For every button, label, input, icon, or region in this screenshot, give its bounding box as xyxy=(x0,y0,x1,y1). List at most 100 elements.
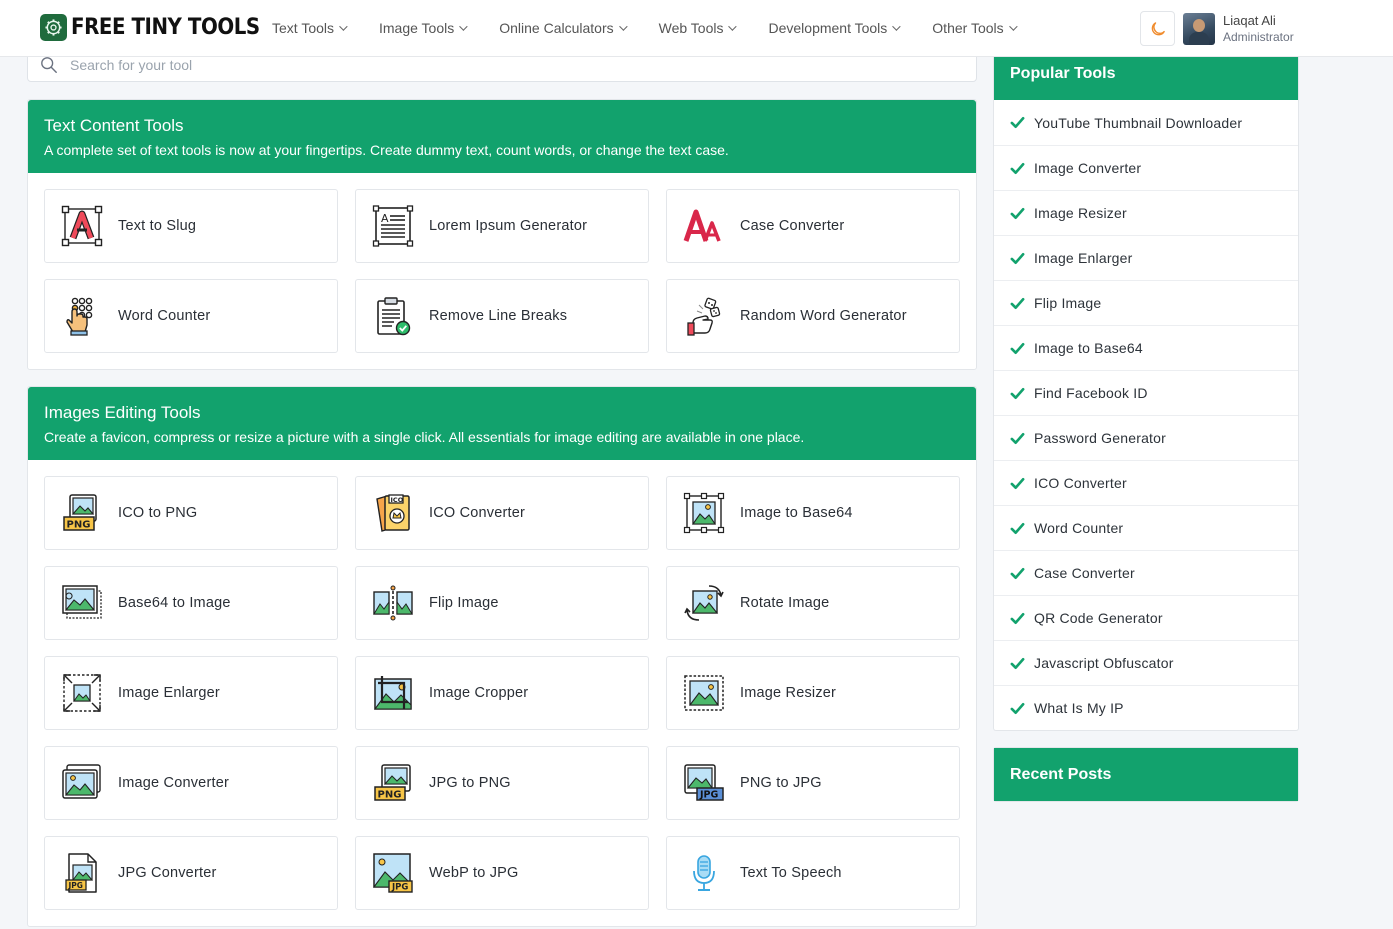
tool-label: Lorem Ipsum Generator xyxy=(429,218,588,234)
section-header: Images Editing Tools Create a favicon, c… xyxy=(28,387,976,460)
popular-tool-item[interactable]: Javascript Obfuscator xyxy=(994,640,1298,685)
chevron-down-icon xyxy=(618,22,628,31)
tool-card-image-converter[interactable]: Image Converter xyxy=(44,746,338,820)
nav-web-tools[interactable]: Web Tools xyxy=(659,20,738,36)
popular-tools-list: YouTube Thumbnail Downloader Image Conver… xyxy=(994,100,1298,730)
tool-card-image-resizer[interactable]: Image Resizer xyxy=(666,656,960,730)
nav-image-tools[interactable]: Image Tools xyxy=(379,20,468,36)
check-icon xyxy=(1010,115,1026,131)
tool-card-jpg-to-png[interactable]: PNG JPG to PNG xyxy=(355,746,649,820)
tool-label: Base64 to Image xyxy=(118,595,231,611)
popular-tool-item[interactable]: Flip Image xyxy=(994,280,1298,325)
enlarge-image-icon xyxy=(61,672,103,714)
tool-card-random-word-generator[interactable]: Random Word Generator xyxy=(666,279,960,353)
popular-tool-label: Case Converter xyxy=(1034,565,1135,581)
chevron-down-icon xyxy=(1008,22,1018,31)
check-icon xyxy=(1010,655,1026,671)
popular-tool-item[interactable]: ICO Converter xyxy=(994,460,1298,505)
nav-development-tools[interactable]: Development Tools xyxy=(768,20,901,36)
top-navbar: FREE TINY TOOLS Text Tools Image Tools O… xyxy=(0,0,1393,57)
popular-tool-item[interactable]: Image Resizer xyxy=(994,190,1298,235)
tool-card-webp-to-jpg[interactable]: JPG WebP to JPG xyxy=(355,836,649,910)
badge-text: PNG xyxy=(378,790,402,801)
tool-card-word-counter[interactable]: Word Counter xyxy=(44,279,338,353)
check-icon xyxy=(1010,475,1026,491)
microphone-icon xyxy=(683,852,725,894)
tool-card-case-converter[interactable]: Case Converter xyxy=(666,189,960,263)
tool-label: Text to Slug xyxy=(118,218,197,234)
webp-to-jpg-icon: JPG xyxy=(372,852,414,894)
chevron-down-icon xyxy=(459,22,468,31)
popular-tool-item[interactable]: QR Code Generator xyxy=(994,595,1298,640)
tool-label: Word Counter xyxy=(118,308,211,324)
popular-tool-label: Image to Base64 xyxy=(1034,340,1143,356)
tool-card-image-to-base64[interactable]: Image to Base64 xyxy=(666,476,960,550)
tool-card-ico-to-png[interactable]: PNG ICO to PNG xyxy=(44,476,338,550)
chevron-down-icon xyxy=(728,22,738,31)
popular-tool-label: ICO Converter xyxy=(1034,475,1127,491)
popular-tool-item[interactable]: Case Converter xyxy=(994,550,1298,595)
popular-tool-label: Flip Image xyxy=(1034,295,1102,311)
theme-toggle-button[interactable] xyxy=(1140,11,1175,46)
popular-tool-item[interactable]: Find Facebook ID xyxy=(994,370,1298,415)
tool-card-rotate-image[interactable]: Rotate Image xyxy=(666,566,960,640)
tool-card-image-enlarger[interactable]: Image Enlarger xyxy=(44,656,338,730)
user-menu[interactable]: Liaqat Ali Administrator xyxy=(1183,13,1294,45)
ico-converter-icon: ICO xyxy=(372,492,414,534)
check-icon xyxy=(1010,385,1026,401)
tool-label: Image Cropper xyxy=(429,685,529,701)
avatar[interactable] xyxy=(1183,13,1215,45)
popular-tool-item[interactable]: Password Generator xyxy=(994,415,1298,460)
check-icon xyxy=(1010,700,1026,716)
popular-tool-label: YouTube Thumbnail Downloader xyxy=(1034,114,1243,131)
popular-tool-item[interactable]: Image Converter xyxy=(994,145,1298,190)
popular-tool-item[interactable]: Image to Base64 xyxy=(994,325,1298,370)
tool-card-lorem-ipsum-generator[interactable]: A Lorem Ipsum Generator xyxy=(355,189,649,263)
tool-card-png-to-jpg[interactable]: JPG PNG to JPG xyxy=(666,746,960,820)
nav-other-tools[interactable]: Other Tools xyxy=(932,20,1018,36)
popular-tool-label: Javascript Obfuscator xyxy=(1034,655,1174,671)
tool-label: WebP to JPG xyxy=(429,865,519,881)
popular-tool-label: What Is My IP xyxy=(1034,700,1124,716)
nav-online-calculators[interactable]: Online Calculators xyxy=(499,20,628,36)
tool-card-jpg-converter[interactable]: JPG JPG Converter xyxy=(44,836,338,910)
site-logo[interactable]: FREE TINY TOOLS xyxy=(40,14,281,41)
tool-card-ico-converter[interactable]: ICO ICO Converter xyxy=(355,476,649,550)
popular-tool-item[interactable]: YouTube Thumbnail Downloader xyxy=(994,100,1298,145)
check-icon xyxy=(1010,520,1026,536)
check-icon xyxy=(1010,250,1026,266)
popular-tool-item[interactable]: Word Counter xyxy=(994,505,1298,550)
tool-card-text-to-slug[interactable]: Text to Slug xyxy=(44,189,338,263)
section-subtitle: A complete set of text tools is now at y… xyxy=(44,142,729,158)
rotate-image-icon xyxy=(683,582,725,624)
check-icon xyxy=(1010,610,1026,626)
popular-tool-item[interactable]: What Is My IP xyxy=(994,685,1298,730)
popular-tool-label: Find Facebook ID xyxy=(1034,385,1148,401)
tool-card-remove-line-breaks[interactable]: Remove Line Breaks xyxy=(355,279,649,353)
nav-label: Online Calculators xyxy=(499,20,614,36)
nav-text-tools[interactable]: Text Tools xyxy=(272,20,348,36)
tool-card-text-to-speech[interactable]: Text To Speech xyxy=(666,836,960,910)
tool-card-image-cropper[interactable]: Image Cropper xyxy=(355,656,649,730)
section-text-content-tools: Text Content Tools A complete set of tex… xyxy=(27,99,977,370)
tool-grid: PNG ICO to PNG ICO ICO Converter Image t… xyxy=(28,460,976,926)
badge-text: JPG xyxy=(391,883,408,893)
nav-label: Other Tools xyxy=(932,20,1004,36)
tool-card-base64-to-image[interactable]: Base64 to Image xyxy=(44,566,338,640)
jpg-file-icon: JPG xyxy=(61,852,103,894)
resize-image-icon xyxy=(683,672,725,714)
popular-tool-label: Image Converter xyxy=(1034,160,1142,176)
popular-tool-label: QR Code Generator xyxy=(1034,610,1163,626)
section-subtitle: Create a favicon, compress or resize a p… xyxy=(44,429,805,445)
tool-label: Text To Speech xyxy=(740,865,842,881)
main-nav: Text Tools Image Tools Online Calculator… xyxy=(272,20,1049,36)
popular-tool-item[interactable]: Image Enlarger xyxy=(994,235,1298,280)
text-slug-icon xyxy=(61,205,103,247)
search-input[interactable] xyxy=(70,56,950,73)
tool-card-flip-image[interactable]: Flip Image xyxy=(355,566,649,640)
tool-label: Image Enlarger xyxy=(118,685,220,701)
section-title: Text Content Tools xyxy=(44,116,184,135)
tool-label: Rotate Image xyxy=(740,595,830,611)
popular-tool-label: Password Generator xyxy=(1034,430,1166,446)
document-text-icon: A xyxy=(372,205,414,247)
